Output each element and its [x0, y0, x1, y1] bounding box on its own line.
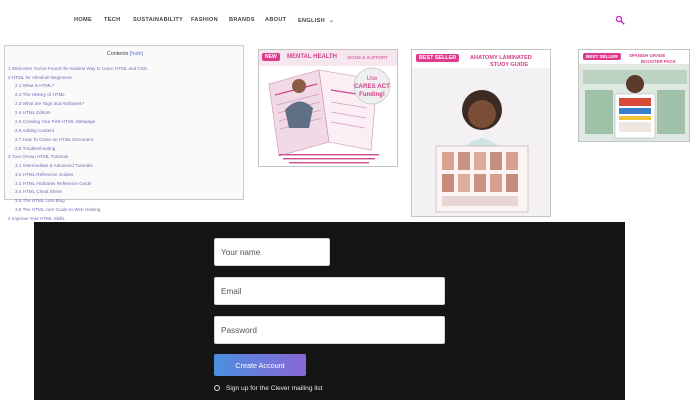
product-ad-mental-health[interactable]: Use CARES ACT Funding! NEW MENTAL HEALTH… [258, 49, 398, 167]
mailing-list-option[interactable]: Sign up for the Clever mailing list [214, 383, 322, 393]
email-input[interactable] [214, 277, 445, 305]
signup-form-panel: Create Account Sign up for the Clever ma… [34, 222, 625, 400]
toc-item[interactable]: 3.2 HTML Reference Guides [15, 172, 73, 177]
mailing-list-label: Sign up for the Clever mailing list [226, 384, 323, 392]
name-input[interactable] [214, 238, 330, 266]
mailing-list-radio[interactable] [214, 385, 220, 391]
toc-item[interactable]: 1 Welcome! You've Found the Easiest Way … [8, 66, 148, 71]
product-ad-spanish-pack[interactable]: BEST SELLER SPANISH GRADE BOOSTER PACK [578, 49, 690, 142]
anatomy-guide-image [412, 50, 550, 216]
nav-home[interactable]: HOME [74, 17, 92, 23]
chevron-down-icon: ⌄ [328, 18, 335, 24]
best-seller-badge: BEST SELLER [583, 53, 621, 60]
new-badge: NEW [262, 53, 280, 61]
toc-item[interactable]: 3.3 HTML Attributes Reference Guide [15, 181, 91, 186]
promo-line-3: Funding! [359, 92, 385, 98]
nav-brands[interactable]: BRANDS [229, 17, 255, 23]
product-ad-anatomy-guide[interactable]: BEST SELLER ANATOMY LAMINATED STUDY GUID… [411, 49, 551, 217]
nav-language-selector[interactable]: ENGLISH ⌄ [298, 17, 334, 24]
toc-item[interactable]: 2.6 Adding Content [15, 128, 54, 133]
create-account-button[interactable]: Create Account [214, 354, 306, 376]
toc-item[interactable]: 2.1 What is HTML? [15, 83, 54, 88]
product-headline-line-2: BOOSTER PACK [641, 59, 677, 64]
toc-item[interactable]: 3 Your Orown HTML Tutorials [8, 154, 68, 159]
toc-item[interactable]: 3.6 The HTML.com Guide to Web Hosting [15, 207, 100, 212]
product-headline-line-1: SPANISH GRADE [629, 53, 666, 58]
password-input[interactable] [214, 316, 445, 344]
toc-item[interactable]: 2.8 Troubleshooting [15, 146, 55, 151]
language-label: ENGLISH [298, 18, 325, 24]
nav-about[interactable]: ABOUT [265, 17, 286, 23]
nav-fashion[interactable]: FASHION [191, 17, 218, 23]
product-headline-line-2: STUDY GUIDE [490, 62, 529, 68]
toc-item[interactable]: 3.1 Intermediate & Advanced Tutorials [15, 163, 93, 168]
nav-sustainability[interactable]: SUSTAINABILITY [133, 17, 183, 23]
toc-item[interactable]: 2.7 How To Close an HTML Document [15, 137, 93, 142]
promo-line-1: Use [367, 76, 378, 82]
promo-line-2: CARES ACT [354, 83, 390, 90]
product-subheadline: SIGNS & SUPPORT [347, 55, 389, 60]
top-navigation: HOME TECH SUSTAINABILITY FASHION BRANDS … [0, 0, 700, 42]
toc-item[interactable]: 2.2 The History of HTML [15, 92, 65, 97]
toc-item[interactable]: 3.4 HTML Cheat Sheet [15, 189, 62, 194]
toc-item[interactable]: 2.3 What are Tags and Attributes? [15, 101, 84, 106]
toc-hide-toggle[interactable]: [hide] [130, 51, 143, 57]
table-of-contents: Contents [hide] 1 Welcome! You've Found … [4, 45, 245, 221]
toc-title: Contents [106, 51, 129, 57]
toc-item[interactable]: 4 Improve Your HTML Skills [8, 216, 65, 221]
product-headline-line-1: ANATOMY LAMINATED [470, 55, 532, 61]
toc-item[interactable]: 2.5 Creating Your First HTML Webpage [15, 119, 95, 124]
nav-tech[interactable]: TECH [104, 17, 120, 23]
best-seller-badge: BEST SELLER [416, 54, 460, 62]
mental-health-guide-image: Use CARES ACT Funding! [259, 50, 397, 166]
toc-item[interactable]: 2 HTML for Absolute Beginners [8, 75, 72, 80]
product-headline: MENTAL HEALTH [287, 54, 337, 60]
toc-item[interactable]: 2.4 HTML Editors [15, 110, 51, 115]
toc-item[interactable]: 3.5 The HTML.com Blog [15, 198, 65, 203]
toc-heading: Contents [hide] [5, 51, 245, 57]
search-icon[interactable] [615, 15, 625, 25]
